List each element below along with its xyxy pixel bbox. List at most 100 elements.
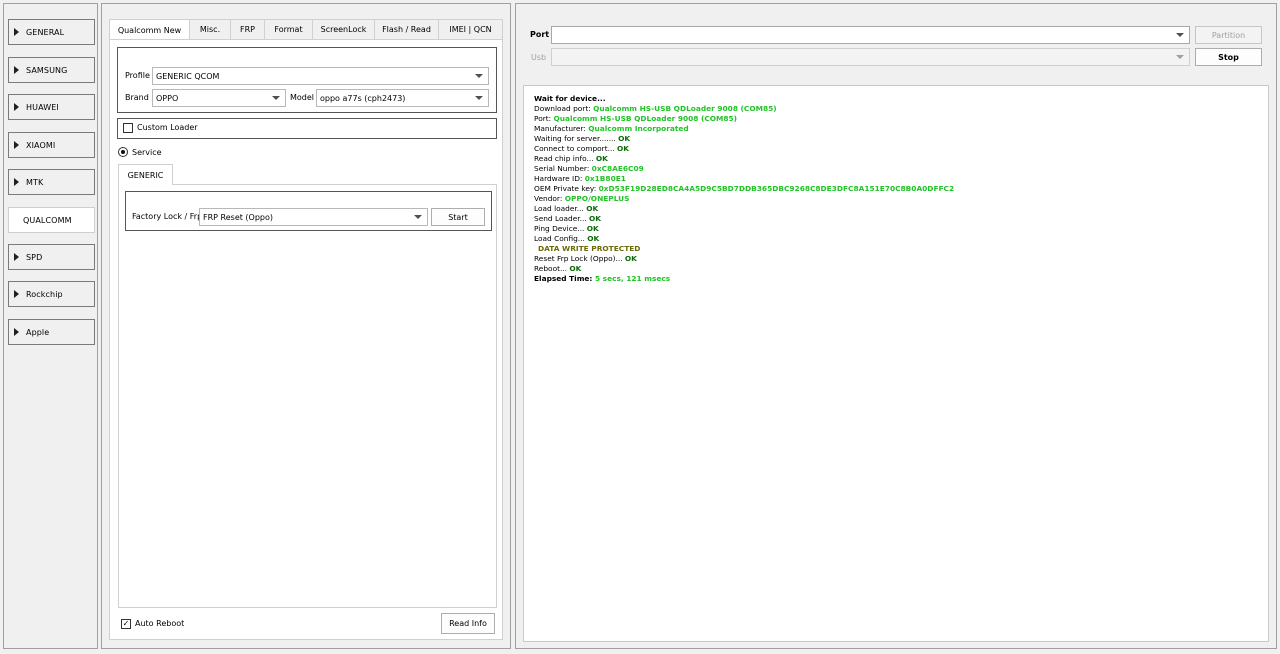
nav-mtk-button[interactable]: MTK	[8, 169, 95, 195]
custom-loader-checkbox[interactable]	[123, 123, 133, 133]
operation-tabs: Qualcomm New Misc. FRP Format ScreenLock…	[109, 19, 503, 41]
factory-lock-label: Factory Lock / Frp	[132, 212, 203, 221]
brand-value: OPPO	[156, 93, 179, 103]
profile-select[interactable]: GENERIC QCOM	[152, 67, 489, 85]
expand-triangle-icon	[14, 178, 19, 186]
device-group: Profile GENERIC QCOM Brand OPPO Model op…	[117, 47, 497, 113]
qualcomm-new-page: Profile GENERIC QCOM Brand OPPO Model op…	[109, 39, 503, 640]
start-button[interactable]: Start	[431, 208, 485, 226]
log-warning: DATA WRITE PROTECTED	[538, 244, 641, 253]
auto-reboot-checkbox[interactable]: ✓	[121, 619, 131, 629]
generic-page: Factory Lock / Frp FRP Reset (Oppo) Star…	[118, 184, 497, 608]
chevron-down-icon	[475, 96, 483, 100]
factory-lock-select[interactable]: FRP Reset (Oppo)	[199, 208, 428, 226]
stop-button[interactable]: Stop	[1195, 48, 1262, 66]
nav-label: XIAOMI	[26, 140, 56, 150]
nav-general-button[interactable]: GENERAL	[8, 19, 95, 45]
log-key: Waiting for server.......	[534, 134, 619, 143]
nav-xiaomi-button[interactable]: XIAOMI	[8, 132, 95, 158]
log-key: Download port:	[534, 104, 594, 113]
log-key: Send Loader...	[534, 214, 589, 223]
auto-reboot-label: Auto Reboot	[135, 619, 185, 628]
expand-triangle-icon	[14, 290, 19, 298]
partition-button[interactable]: Partition	[1195, 26, 1262, 44]
chevron-down-icon	[1176, 33, 1184, 37]
usb-select[interactable]	[551, 48, 1190, 66]
log-value: Qualcomm HS-USB QDLoader 9008 (COM85)	[553, 114, 738, 123]
log-line: Port: Qualcomm HS-USB QDLoader 9008 (COM…	[534, 114, 1258, 124]
port-select[interactable]	[551, 26, 1190, 44]
log-value: OK	[569, 264, 582, 273]
stop-label: Stop	[1218, 52, 1239, 62]
tab-label: Format	[274, 25, 303, 34]
chevron-down-icon	[475, 74, 483, 78]
tab-label: IMEI | QCN	[449, 25, 492, 34]
log-value: OK	[587, 234, 600, 243]
tab-screenlock[interactable]: ScreenLock	[313, 19, 375, 40]
brand-label: Brand	[125, 93, 149, 102]
nav-label: SPD	[26, 252, 43, 262]
log-value: Qualcomm Incorporated	[588, 124, 689, 133]
tab-qualcomm-new[interactable]: Qualcomm New	[109, 19, 190, 41]
log-line: Elapsed Time: 5 secs, 121 msecs	[534, 274, 1258, 284]
nav-samsung-button[interactable]: SAMSUNG	[8, 57, 95, 83]
log-line: DATA WRITE PROTECTED	[534, 244, 1258, 254]
service-radio[interactable]	[118, 147, 128, 157]
log-line: Reboot... OK	[534, 264, 1258, 274]
nav-label: Apple	[26, 327, 50, 337]
tab-frp[interactable]: FRP	[231, 19, 265, 40]
factory-lock-value: FRP Reset (Oppo)	[203, 212, 274, 222]
tab-flash-read[interactable]: Flash / Read	[375, 19, 439, 40]
chevron-down-icon	[272, 96, 280, 100]
brand-select[interactable]: OPPO	[152, 89, 286, 107]
log-key: Elapsed Time:	[534, 274, 595, 283]
log-line: Read chip info... OK	[534, 154, 1258, 164]
log-key: Vendor:	[534, 194, 565, 203]
nav-label: GENERAL	[26, 27, 65, 37]
log-value: Qualcomm HS-USB QDLoader 9008 (COM85)	[593, 104, 777, 113]
nav-apple-button[interactable]: Apple	[8, 319, 95, 345]
log-line: Manufacturer: Qualcomm Incorporated	[534, 124, 1258, 134]
nav-label: HUAWEI	[26, 102, 59, 112]
expand-triangle-icon	[14, 328, 19, 336]
log-value: OK	[617, 144, 630, 153]
log-key: Reset Frp Lock (Oppo)...	[534, 254, 625, 263]
profile-value: GENERIC QCOM	[156, 71, 220, 81]
tab-generic[interactable]: GENERIC	[118, 164, 173, 185]
nav-huawei-button[interactable]: HUAWEI	[8, 94, 95, 120]
nav-label: Rockchip	[26, 289, 63, 299]
log-key: Hardware ID:	[534, 174, 585, 183]
operations-panel: Qualcomm New Misc. FRP Format ScreenLock…	[101, 3, 511, 649]
nav-spd-button[interactable]: SPD	[8, 244, 95, 270]
log-line: Wait for device...	[534, 94, 1258, 104]
log-line: Send Loader... OK	[534, 214, 1258, 224]
log-line: Load loader... OK	[534, 204, 1258, 214]
log-value: OK	[624, 254, 637, 263]
log-value: OK	[618, 134, 631, 143]
nav-rockchip-button[interactable]: Rockchip	[8, 281, 95, 307]
tab-label: ScreenLock	[320, 25, 367, 34]
log-line: Download port: Qualcomm HS-USB QDLoader …	[534, 104, 1258, 114]
expand-triangle-icon	[14, 141, 19, 149]
expand-triangle-icon	[14, 253, 19, 261]
log-line: Connect to comport... OK	[534, 144, 1258, 154]
nav-qualcomm-button[interactable]: QUALCOMM	[8, 207, 95, 233]
log-key: OEM Private key:	[534, 184, 599, 193]
log-key: Read chip info...	[534, 154, 596, 163]
tab-label: FRP	[240, 25, 255, 34]
log-value: OK	[586, 204, 599, 213]
tab-imei-qcn[interactable]: IMEI | QCN	[439, 19, 503, 40]
log-line: Vendor: OPPO/ONEPLUS	[534, 194, 1258, 204]
log-line: Hardware ID: 0x1B80E1	[534, 174, 1258, 184]
log-line: Waiting for server....... OK	[534, 134, 1258, 144]
port-label: Port	[530, 30, 550, 39]
log-key: Serial Number:	[534, 164, 592, 173]
tab-misc[interactable]: Misc.	[190, 19, 231, 40]
read-info-button[interactable]: Read Info	[441, 613, 495, 634]
model-label: Model	[290, 93, 315, 102]
model-select[interactable]: oppo a77s (cph2473)	[316, 89, 489, 107]
log-line: Reset Frp Lock (Oppo)... OK	[534, 254, 1258, 264]
tab-format[interactable]: Format	[265, 19, 313, 40]
log-key: Port:	[534, 114, 554, 123]
log-line: Load Config... OK	[534, 234, 1258, 244]
